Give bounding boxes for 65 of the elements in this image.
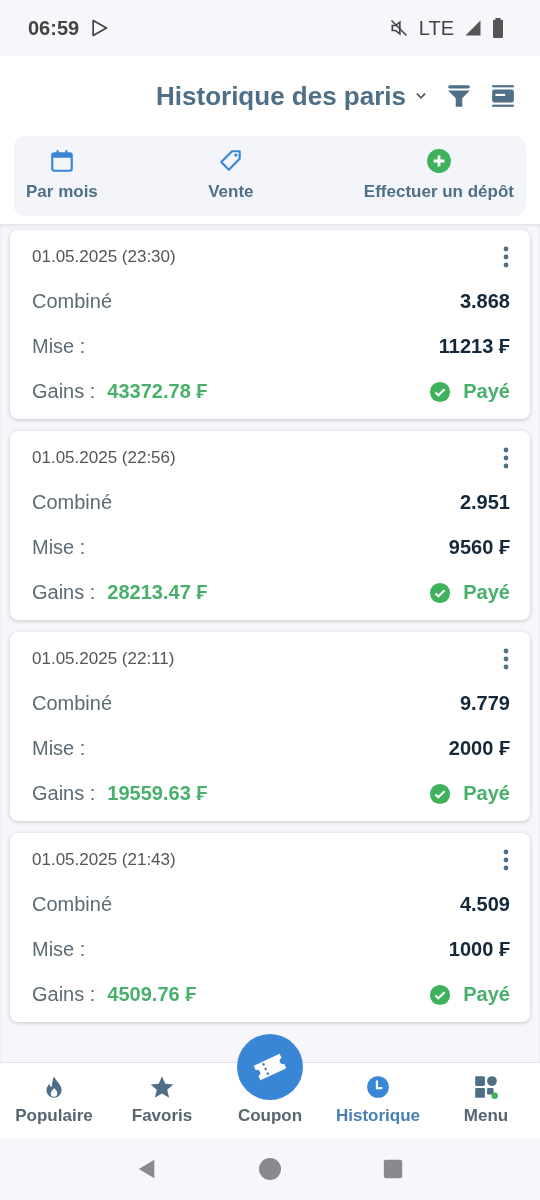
bet-type: Combiné (32, 692, 113, 715)
bet-date: 01.05.2025 (23:30) (32, 247, 176, 267)
winnings-value: 28213.47 ₣ (107, 581, 208, 604)
bet-date: 01.05.2025 (22:11) (32, 649, 175, 669)
check-icon (429, 782, 452, 805)
page-title[interactable]: Historique des paris (156, 80, 406, 112)
winnings-label: Gains : (32, 983, 96, 1006)
calendar-icon (48, 148, 75, 174)
bet-date: 01.05.2025 (21:43) (32, 850, 176, 870)
stake-value: 2000 ₣ (448, 737, 510, 760)
more-icon[interactable] (502, 246, 510, 268)
stake-label: Mise : (32, 938, 86, 961)
more-icon[interactable] (502, 849, 510, 871)
bet-status: Payé (463, 782, 510, 805)
quick-action[interactable]: Vente (204, 148, 258, 202)
battery-icon (492, 18, 504, 38)
check-icon (429, 983, 452, 1006)
more-icon[interactable] (502, 648, 510, 670)
winnings-value: 43372.78 ₣ (107, 380, 208, 403)
network-label: LTE (418, 16, 454, 40)
nav-tab[interactable]: Favoris (112, 1074, 212, 1126)
signal-icon (464, 19, 482, 37)
odds-value: 2.951 (459, 491, 510, 514)
receipt-icon[interactable] (490, 83, 516, 109)
more-icon[interactable] (502, 447, 510, 469)
bet-status: Payé (463, 581, 510, 604)
check-icon (429, 380, 452, 403)
quick-action[interactable]: Par mois (22, 148, 102, 202)
stake-value: 9560 ₣ (448, 536, 510, 559)
winnings-value: 19559.63 ₣ (107, 782, 208, 805)
bet-type: Combiné (32, 491, 113, 514)
nav-tab[interactable]: Coupon (220, 1034, 320, 1126)
stake-value: 11213 ₣ (438, 335, 510, 358)
winnings-label: Gains : (32, 380, 96, 403)
filter-icon[interactable] (446, 83, 472, 109)
grid-icon (473, 1074, 499, 1100)
home-icon[interactable] (258, 1157, 282, 1181)
bet-date: 01.05.2025 (22:56) (32, 448, 176, 468)
bet-status: Payé (463, 983, 510, 1006)
odds-value: 4.509 (459, 893, 510, 916)
plus-icon (425, 148, 452, 174)
mute-icon (388, 18, 409, 38)
nav-tab[interactable]: Menu (436, 1074, 536, 1126)
recents-icon[interactable] (382, 1158, 404, 1180)
odds-value: 3.868 (459, 290, 510, 313)
star-icon (149, 1074, 175, 1100)
nav-tab[interactable]: Historique (328, 1074, 428, 1126)
check-icon (429, 581, 452, 604)
stake-label: Mise : (32, 335, 86, 358)
tag-icon (217, 148, 244, 174)
clock-icon (365, 1074, 391, 1100)
stake-value: 1000 ₣ (448, 938, 510, 961)
bet-type: Combiné (32, 290, 113, 313)
winnings-value: 4509.76 ₣ (107, 983, 197, 1006)
stake-label: Mise : (32, 536, 86, 559)
bet-type: Combiné (32, 893, 113, 916)
winnings-label: Gains : (32, 581, 96, 604)
nav-tab[interactable]: Populaire (4, 1074, 104, 1126)
quick-action[interactable]: Effectuer un dépôt (359, 148, 518, 202)
odds-value: 9.779 (459, 692, 510, 715)
status-time: 06:59 (28, 16, 80, 40)
play-icon (89, 18, 110, 38)
bet-status: Payé (463, 380, 510, 403)
winnings-label: Gains : (32, 782, 96, 805)
stake-label: Mise : (32, 737, 86, 760)
